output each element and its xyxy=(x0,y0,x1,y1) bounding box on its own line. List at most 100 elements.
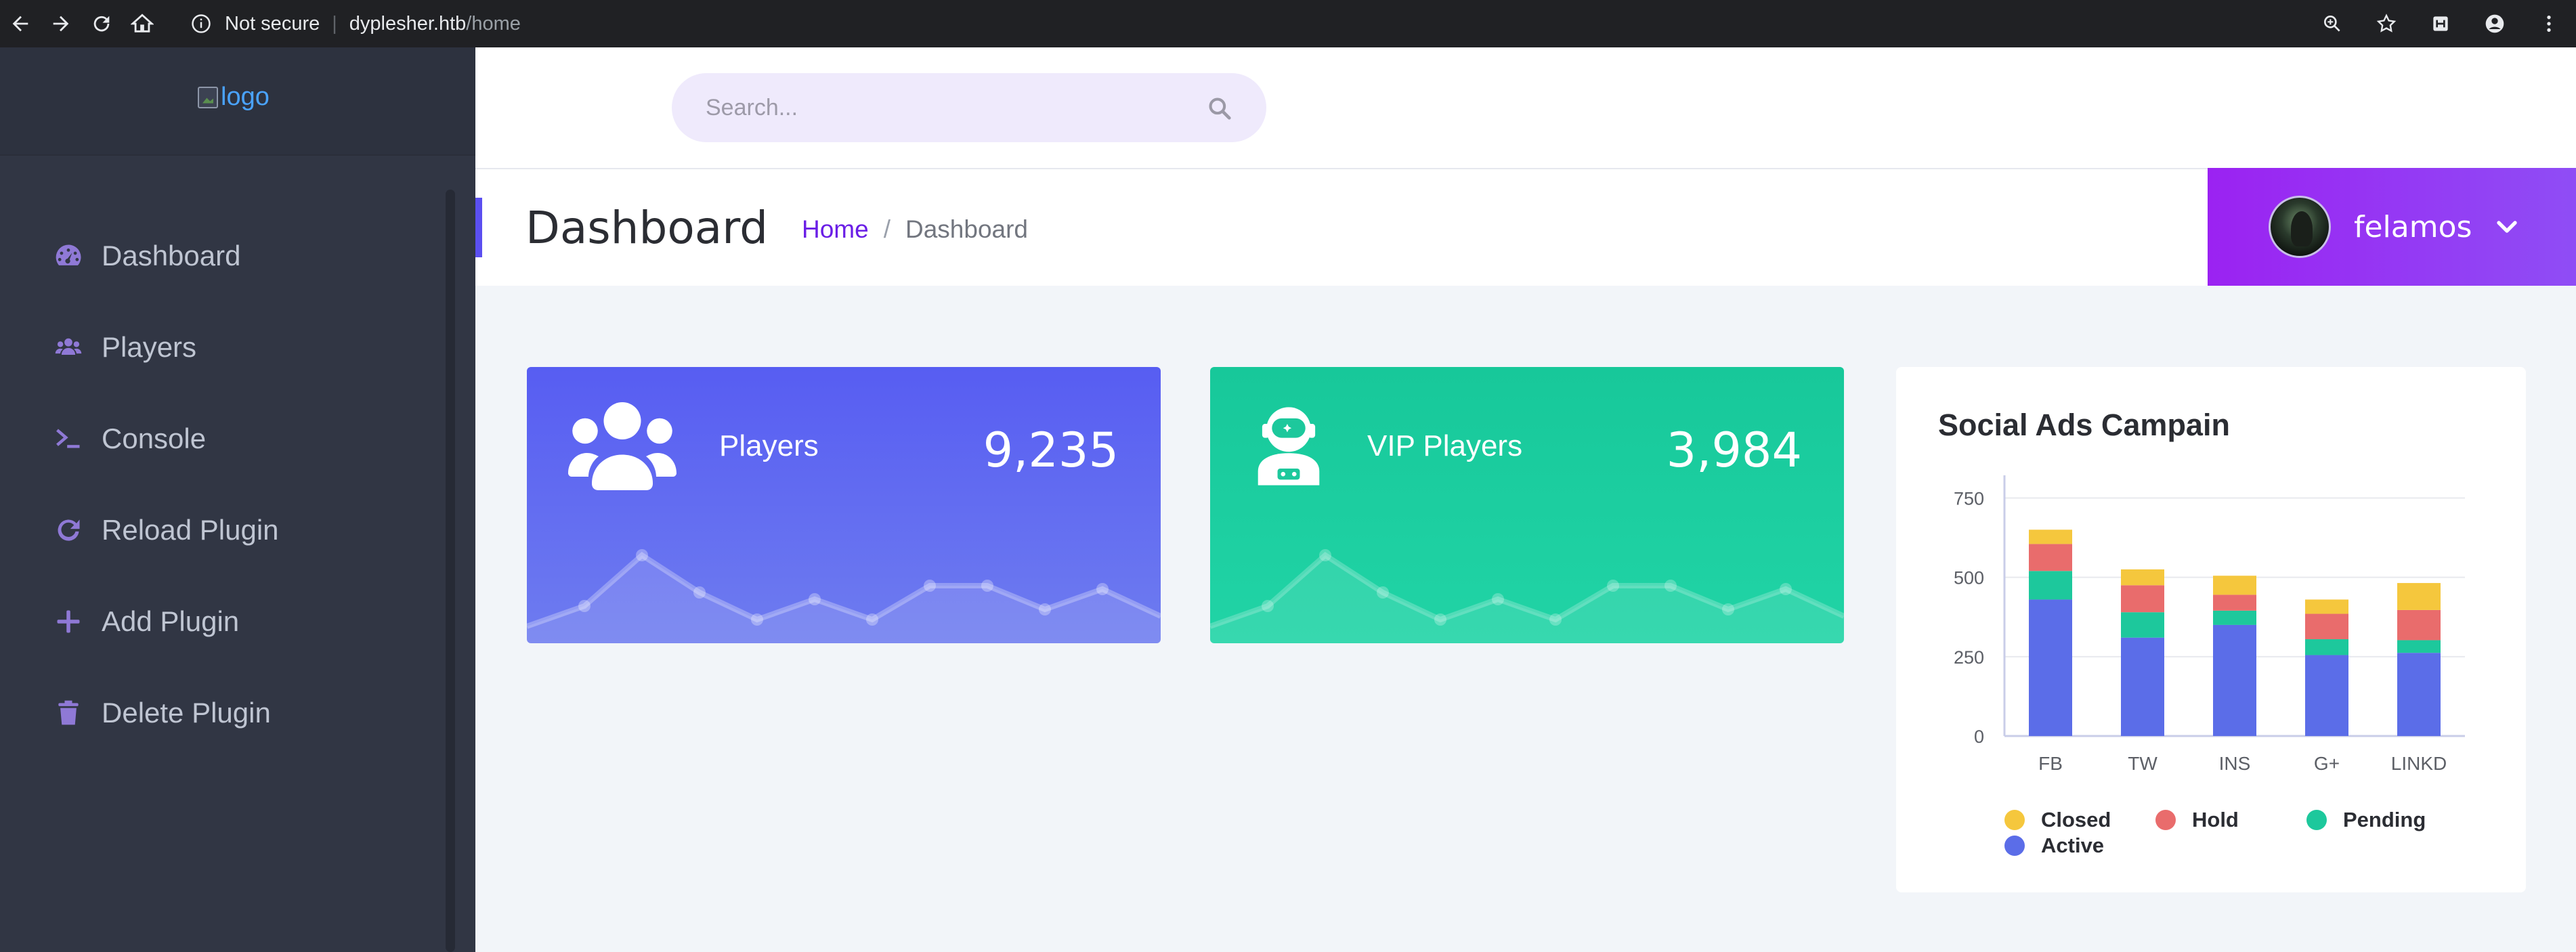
bar-segment-closed xyxy=(2305,599,2348,614)
users-icon xyxy=(53,332,84,363)
bar-segment-pending xyxy=(2305,639,2348,655)
y-tick-label: 750 xyxy=(1954,488,1984,509)
y-tick-label: 0 xyxy=(1974,727,1984,747)
legend-label: Pending xyxy=(2343,808,2426,831)
vip-players-stat-value: 3,984 xyxy=(1666,423,1802,478)
forward-icon[interactable] xyxy=(41,0,81,47)
zoom-icon[interactable] xyxy=(2319,10,2346,37)
reload-browser-icon[interactable] xyxy=(81,0,122,47)
username: felamos xyxy=(2354,209,2472,244)
vip-players-stat-card[interactable]: VIP Players 3,984 xyxy=(1210,367,1844,643)
bar-segment-closed xyxy=(2121,569,2164,586)
sidebar-menu: Dashboard Players Console Reload Plugin … xyxy=(0,210,447,758)
page-title: Dashboard xyxy=(525,202,769,254)
user-menu-button[interactable]: felamos xyxy=(2208,168,2576,286)
broken-image-icon xyxy=(198,86,218,108)
trash-icon xyxy=(53,697,84,729)
legend-label: Hold xyxy=(2192,808,2239,831)
home-icon[interactable] xyxy=(122,0,163,47)
legend-item-active[interactable]: Active xyxy=(2004,834,2155,857)
bar-segment-hold xyxy=(2305,613,2348,640)
x-tick-label: TW xyxy=(2128,753,2158,774)
sidebar-item-label: Players xyxy=(102,330,197,363)
bar-segment-pending xyxy=(2213,610,2256,625)
back-icon[interactable] xyxy=(0,0,41,47)
sidebar-item-label: Delete Plugin xyxy=(102,696,271,729)
breadcrumb-current: Dashboard xyxy=(905,215,1028,243)
players-stat-card[interactable]: Players 9,235 xyxy=(527,367,1161,643)
legend-item-pending[interactable]: Pending xyxy=(2306,808,2478,831)
legend-dot xyxy=(2004,810,2025,830)
chart-title: Social Ads Campain xyxy=(1938,408,2230,442)
bar-segment-closed xyxy=(2397,583,2441,610)
bar-segment-hold xyxy=(2213,594,2256,611)
legend-item-hold[interactable]: Hold xyxy=(2155,808,2306,831)
chart-legend: Closed Hold Pending Active xyxy=(2004,808,2478,857)
url-divider: | xyxy=(332,12,337,35)
dashboard-icon xyxy=(53,240,84,272)
sidebar: logo Dashboard Players Console Reload Pl… xyxy=(0,47,475,952)
sidebar-item-reload-plugin[interactable]: Reload Plugin xyxy=(0,484,447,576)
not-secure-label: Not secure xyxy=(225,12,320,35)
sidebar-item-players[interactable]: Players xyxy=(0,301,447,393)
y-tick-label: 250 xyxy=(1954,647,1984,668)
sidebar-item-delete-plugin[interactable]: Delete Plugin xyxy=(0,667,447,758)
breadcrumb-separator: / xyxy=(883,215,890,243)
sidebar-item-dashboard[interactable]: Dashboard xyxy=(0,210,447,301)
legend-label: Active xyxy=(2041,834,2105,857)
browser-menu-icon[interactable] xyxy=(2535,10,2562,37)
x-tick-label: INS xyxy=(2219,753,2251,774)
bar-segment-active xyxy=(2397,653,2441,736)
search-icon[interactable] xyxy=(1207,95,1232,121)
terminal-icon xyxy=(53,423,84,454)
chevron-down-icon xyxy=(2497,221,2518,233)
search-input[interactable] xyxy=(706,94,1180,121)
breadcrumb: Home / Dashboard xyxy=(802,215,1028,244)
bar-segment-closed xyxy=(2213,576,2256,595)
legend-item-closed[interactable]: Closed xyxy=(2004,808,2155,831)
bar-segment-closed xyxy=(2029,529,2072,544)
players-stat-value: 9,235 xyxy=(983,423,1119,478)
plus-icon xyxy=(53,606,84,637)
logo-alt-text: logo xyxy=(221,83,270,111)
top-header xyxy=(475,47,2576,169)
sidebar-item-label: Dashboard xyxy=(102,239,241,272)
sidebar-logo-area: logo xyxy=(0,47,475,156)
players-sparkline xyxy=(527,549,1161,643)
bar-segment-pending xyxy=(2029,571,2072,600)
bar-segment-hold xyxy=(2397,609,2441,641)
url-host[interactable]: dyplesher.htb xyxy=(349,13,467,35)
bar-segment-active xyxy=(2213,624,2256,736)
sidebar-item-console[interactable]: Console xyxy=(0,393,447,484)
social-ads-chart-card: Social Ads Campain 0 250 500 750 FB TW INS G+ LI… xyxy=(1896,367,2526,892)
extension-icon[interactable] xyxy=(2427,10,2454,37)
sidebar-scrollbar[interactable] xyxy=(446,190,455,952)
legend-dot xyxy=(2306,810,2327,830)
sidebar-item-label: Reload Plugin xyxy=(102,513,279,546)
bookmark-star-icon[interactable] xyxy=(2373,10,2400,37)
players-stat-label: Players xyxy=(719,429,819,462)
sidebar-item-label: Console xyxy=(102,422,207,454)
reload-icon xyxy=(53,515,84,546)
bar-segment-hold xyxy=(2121,585,2164,613)
bar-segment-active xyxy=(2305,655,2348,736)
bar-segment-hold xyxy=(2029,544,2072,571)
sidebar-item-label: Add Plugin xyxy=(102,605,240,637)
info-icon[interactable] xyxy=(190,12,213,35)
profile-icon[interactable] xyxy=(2481,10,2508,37)
vip-players-sparkline xyxy=(1210,549,1844,643)
breadcrumb-home-link[interactable]: Home xyxy=(802,215,869,244)
legend-dot xyxy=(2155,810,2176,830)
bar-segment-active xyxy=(2121,637,2164,736)
legend-dot xyxy=(2004,836,2025,856)
y-tick-label: 500 xyxy=(1954,568,1984,588)
url-path[interactable]: /home xyxy=(466,13,521,35)
avatar xyxy=(2269,196,2331,258)
browser-actions xyxy=(2319,0,2562,47)
x-tick-label: FB xyxy=(2038,753,2063,774)
users-icon xyxy=(568,402,677,490)
x-tick-label: G+ xyxy=(2314,753,2340,774)
sidebar-item-add-plugin[interactable]: Add Plugin xyxy=(0,576,447,667)
vip-players-stat-label: VIP Players xyxy=(1367,429,1523,462)
logo[interactable]: logo xyxy=(198,83,270,112)
